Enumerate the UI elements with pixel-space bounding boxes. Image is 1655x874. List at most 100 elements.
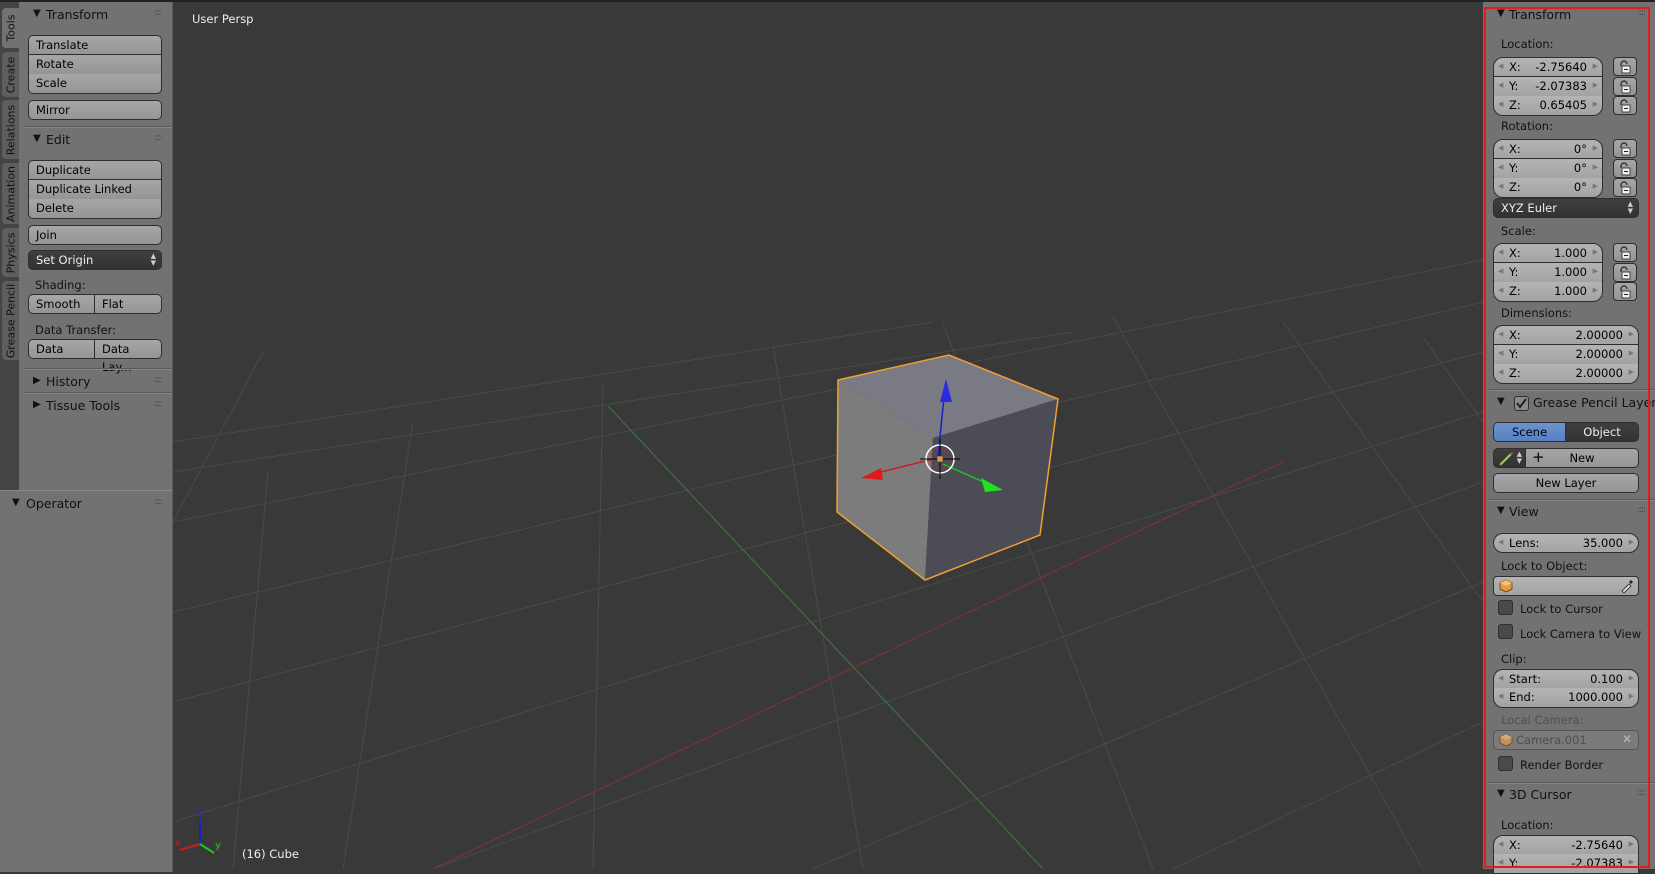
delete-button[interactable]: Delete bbox=[28, 199, 162, 219]
lens-field[interactable]: ◀ Lens: 35.000 ▶ bbox=[1493, 533, 1639, 553]
panel-header-tissue-tools[interactable]: ▶ Tissue Tools :::: bbox=[19, 396, 172, 416]
rotation-x-lock-toggle[interactable] bbox=[1613, 139, 1637, 158]
decrement-arrow-icon[interactable]: ◀ bbox=[1498, 267, 1503, 275]
panel-header-history[interactable]: ▶ History :::: bbox=[19, 372, 172, 392]
drag-grip-icon[interactable]: :::: bbox=[154, 375, 163, 385]
panel-header-transform[interactable]: ▼ Transform :::: bbox=[19, 5, 172, 25]
increment-arrow-icon[interactable]: ▶ bbox=[1629, 349, 1634, 357]
increment-arrow-icon[interactable]: ▶ bbox=[1593, 286, 1598, 294]
location-x-field[interactable]: ◀ X: -2.75640 ▶ bbox=[1493, 57, 1603, 77]
decrement-arrow-icon[interactable]: ◀ bbox=[1498, 182, 1503, 190]
duplicate-linked-button[interactable]: Duplicate Linked bbox=[28, 180, 162, 200]
decrement-arrow-icon[interactable]: ◀ bbox=[1498, 349, 1503, 357]
decrement-arrow-icon[interactable]: ◀ bbox=[1498, 100, 1503, 108]
rotation-x-field[interactable]: ◀ X: 0° ▶ bbox=[1493, 139, 1603, 159]
new-layer-button[interactable]: New Layer bbox=[1493, 473, 1639, 493]
lock-to-cursor-checkbox[interactable] bbox=[1498, 600, 1513, 615]
increment-arrow-icon[interactable]: ▶ bbox=[1593, 248, 1598, 256]
tab-physics[interactable]: Physics bbox=[2, 228, 19, 277]
location-z-field[interactable]: ◀ Z: 0.65405 ▶ bbox=[1493, 96, 1603, 116]
location-y-field[interactable]: ◀ Y: -2.07383 ▶ bbox=[1493, 76, 1603, 97]
eyedropper-icon[interactable] bbox=[1620, 579, 1634, 593]
decrement-arrow-icon[interactable]: ◀ bbox=[1498, 144, 1503, 152]
drag-grip-icon[interactable]: :::: bbox=[154, 133, 163, 143]
tab-create[interactable]: Create bbox=[2, 52, 19, 97]
rotation-y-field[interactable]: ◀ Y: 0° ▶ bbox=[1493, 158, 1603, 179]
translate-button[interactable]: Translate bbox=[28, 35, 162, 55]
rotate-button[interactable]: Rotate bbox=[28, 55, 162, 75]
panel-header-view[interactable]: ▼ View :::: bbox=[1483, 502, 1655, 522]
tab-relations[interactable]: Relations bbox=[2, 100, 19, 159]
lock-camera-to-view-checkbox[interactable] bbox=[1498, 624, 1513, 639]
join-button[interactable]: Join bbox=[28, 225, 162, 245]
grease-pencil-scene-button[interactable]: Scene bbox=[1493, 422, 1566, 442]
location-x-lock-toggle[interactable] bbox=[1613, 57, 1637, 76]
scale-y-lock-toggle[interactable] bbox=[1613, 262, 1637, 282]
panel-header-3d-cursor[interactable]: ▼ 3D Cursor :::: bbox=[1483, 785, 1655, 805]
increment-arrow-icon[interactable]: ▶ bbox=[1629, 330, 1634, 338]
panel-header-grease-pencil[interactable]: ▼ Grease Pencil Layers bbox=[1483, 393, 1655, 413]
data-transfer-layers-button[interactable]: Data Lay... bbox=[94, 339, 162, 374]
clip-end-field[interactable]: ◀ End: 1000.000 ▶ bbox=[1493, 688, 1639, 708]
panel-header-edit[interactable]: ▼ Edit :::: bbox=[19, 130, 172, 150]
flat-button[interactable]: Flat bbox=[94, 294, 162, 314]
increment-arrow-icon[interactable]: ▶ bbox=[1593, 100, 1598, 108]
duplicate-button[interactable]: Duplicate bbox=[28, 160, 162, 180]
increment-arrow-icon[interactable]: ▶ bbox=[1593, 81, 1598, 89]
decrement-arrow-icon[interactable]: ◀ bbox=[1498, 286, 1503, 294]
decrement-arrow-icon[interactable]: ◀ bbox=[1498, 81, 1503, 89]
panel-header-transform[interactable]: ▼ Transform :::: bbox=[1483, 5, 1655, 25]
panel-header-operator[interactable]: ▼ Operator :::: bbox=[0, 494, 172, 514]
dimensions-y-field[interactable]: ◀ Y: 2.00000 ▶ bbox=[1493, 344, 1639, 365]
increment-arrow-icon[interactable]: ▶ bbox=[1593, 62, 1598, 70]
increment-arrow-icon[interactable]: ▶ bbox=[1593, 182, 1598, 190]
rotation-mode-dropdown[interactable]: XYZ Euler ▲ ▼ bbox=[1493, 198, 1639, 218]
grease-pencil-datablock-selector[interactable]: ▲ ▼ bbox=[1493, 448, 1526, 468]
rotation-z-field[interactable]: ◀ Z: 0° ▶ bbox=[1493, 178, 1603, 198]
scale-y-field[interactable]: ◀ Y: 1.000 ▶ bbox=[1493, 262, 1603, 283]
drag-grip-icon[interactable]: :::: bbox=[154, 399, 163, 409]
decrement-arrow-icon[interactable]: ◀ bbox=[1498, 163, 1503, 171]
data-transfer-data-button[interactable]: Data bbox=[28, 339, 95, 359]
increment-arrow-icon[interactable]: ▶ bbox=[1629, 368, 1634, 376]
mirror-button[interactable]: Mirror bbox=[28, 100, 162, 120]
location-z-lock-toggle[interactable] bbox=[1613, 96, 1637, 115]
decrement-arrow-icon[interactable]: ◀ bbox=[1498, 248, 1503, 256]
grease-pencil-enable-checkbox[interactable] bbox=[1514, 396, 1529, 411]
smooth-button[interactable]: Smooth bbox=[28, 294, 95, 314]
drag-grip-icon[interactable]: :::: bbox=[1637, 505, 1646, 515]
lock-to-object-field[interactable] bbox=[1493, 576, 1639, 596]
drag-grip-icon[interactable]: :::: bbox=[1637, 8, 1646, 18]
render-border-checkbox[interactable] bbox=[1498, 756, 1513, 771]
decrement-arrow-icon[interactable]: ◀ bbox=[1498, 368, 1503, 376]
tab-tools[interactable]: Tools bbox=[2, 8, 19, 48]
tab-animation[interactable]: Animation bbox=[2, 163, 19, 224]
rotation-z-lock-toggle[interactable] bbox=[1613, 178, 1637, 197]
set-origin-dropdown[interactable]: Set Origin ▲ ▼ bbox=[28, 250, 162, 270]
grease-pencil-object-button[interactable]: Object bbox=[1565, 422, 1639, 442]
cursor-location-y-field[interactable]: ◀ Y: -2.07383 ▶ bbox=[1493, 854, 1639, 874]
scale-z-field[interactable]: ◀ Z: 1.000 ▶ bbox=[1493, 282, 1603, 302]
dimensions-z-field[interactable]: ◀ Z: 2.00000 ▶ bbox=[1493, 364, 1639, 384]
scale-x-lock-toggle[interactable] bbox=[1613, 243, 1637, 262]
decrement-arrow-icon[interactable]: ◀ bbox=[1498, 330, 1503, 338]
cursor-location-x-field[interactable]: ◀ X: -2.75640 ▶ bbox=[1493, 835, 1639, 855]
location-y-lock-toggle[interactable] bbox=[1613, 76, 1637, 96]
grease-pencil-new-button[interactable]: + New bbox=[1525, 448, 1639, 468]
increment-arrow-icon[interactable]: ▶ bbox=[1593, 144, 1598, 152]
collapsed-triangle-icon: ▶ bbox=[33, 375, 41, 386]
3d-viewport[interactable]: User Persp z x y (16) Cube bbox=[173, 2, 1483, 869]
rotation-y-lock-toggle[interactable] bbox=[1613, 158, 1637, 178]
drag-grip-icon[interactable]: :::: bbox=[154, 8, 163, 18]
clip-start-field[interactable]: ◀ Start: 0.100 ▶ bbox=[1493, 669, 1639, 689]
scale-button[interactable]: Scale bbox=[28, 74, 162, 94]
drag-grip-icon[interactable]: :::: bbox=[154, 497, 163, 507]
dimensions-x-field[interactable]: ◀ X: 2.00000 ▶ bbox=[1493, 325, 1639, 345]
scale-z-lock-toggle[interactable] bbox=[1613, 282, 1637, 301]
drag-grip-icon[interactable]: :::: bbox=[1637, 788, 1646, 798]
increment-arrow-icon[interactable]: ▶ bbox=[1593, 163, 1598, 171]
decrement-arrow-icon[interactable]: ◀ bbox=[1498, 62, 1503, 70]
scale-x-field[interactable]: ◀ X: 1.000 ▶ bbox=[1493, 243, 1603, 263]
tab-grease-pencil[interactable]: Grease Pencil bbox=[2, 281, 19, 360]
increment-arrow-icon[interactable]: ▶ bbox=[1593, 267, 1598, 275]
